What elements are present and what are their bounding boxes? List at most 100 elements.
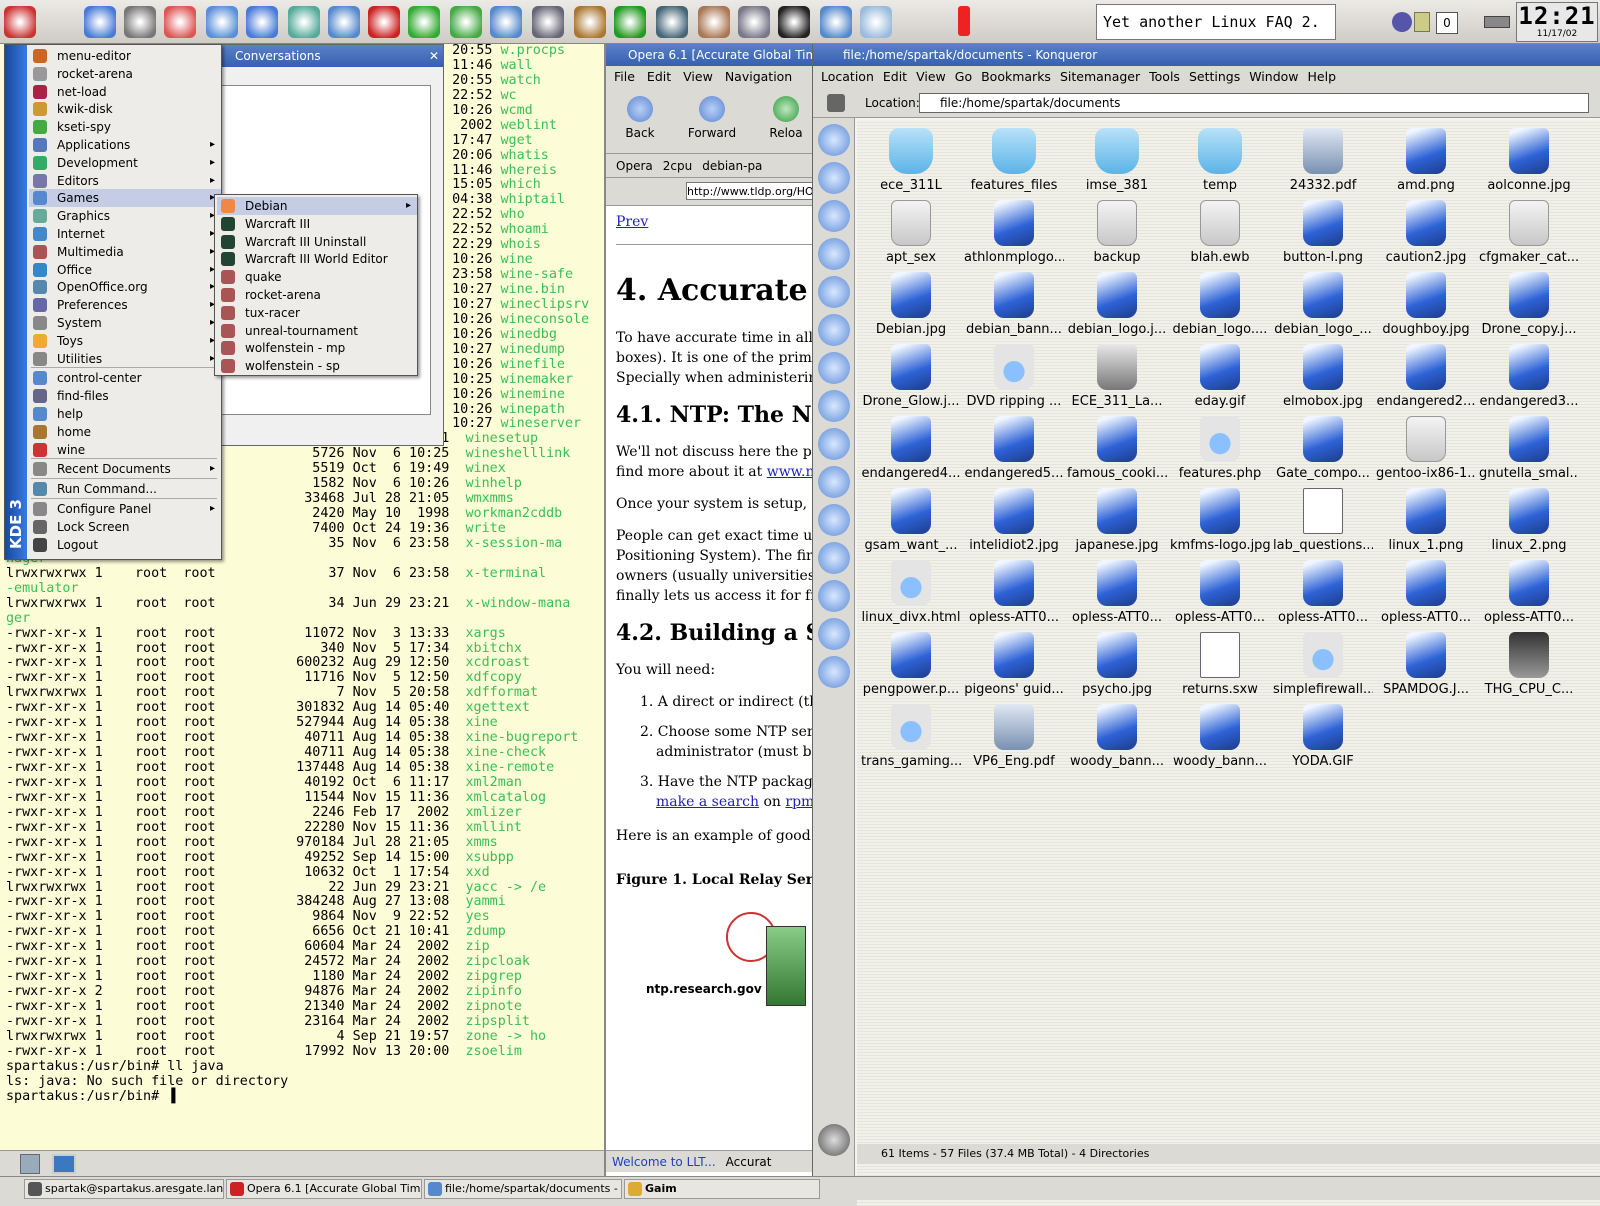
file-item[interactable]: opless-ATT0...	[1273, 556, 1373, 626]
menu-item-editors[interactable]: Editors	[29, 172, 221, 190]
menu-item-find-files[interactable]: find-files	[29, 387, 221, 405]
games-item-wolfenstein-sp[interactable]: wolfenstein - sp	[217, 357, 417, 375]
menu-item-control-center[interactable]: control-center	[29, 369, 221, 387]
trash-icon[interactable]	[860, 6, 892, 38]
services-icon[interactable]	[818, 352, 850, 384]
menu-edit[interactable]: Edit	[647, 69, 671, 84]
bookmark-item[interactable]: Opera	[616, 159, 653, 173]
gimp-wilber-icon[interactable]	[698, 6, 730, 38]
home-folder-icon[interactable]	[818, 238, 850, 270]
file-item[interactable]: woody_bann...	[1067, 700, 1167, 770]
kde-icon[interactable]	[84, 6, 116, 38]
menu-settings[interactable]: Settings	[1189, 69, 1240, 84]
file-item[interactable]: woody_bann...	[1170, 700, 1270, 770]
tux-icon[interactable]	[778, 6, 810, 38]
bookmark-item[interactable]: debian-pa	[702, 159, 762, 173]
menu-item-help[interactable]: help	[29, 405, 221, 423]
close-icon[interactable]: ✕	[429, 49, 439, 63]
taskbar-task[interactable]: spartak@spartakus.aresgate.lan: /hor	[24, 1179, 224, 1199]
remote-icon[interactable]	[818, 656, 850, 688]
file-item[interactable]: endangered4...	[861, 412, 961, 482]
page-tab[interactable]: Accurat	[726, 1155, 772, 1169]
menu-window[interactable]: Window	[1249, 69, 1298, 84]
bookmarks-nav-icon[interactable]	[818, 162, 850, 194]
file-item[interactable]: ece_311L	[861, 124, 961, 194]
menu-go[interactable]: Go	[955, 69, 972, 84]
hat-icon[interactable]	[738, 6, 770, 38]
file-item[interactable]: YODA.GIF	[1273, 700, 1373, 770]
kpanel-icon[interactable]	[450, 6, 482, 38]
bookmark-item[interactable]: 2cpu	[663, 159, 692, 173]
file-item[interactable]: kmfms-logo.jpg	[1170, 484, 1270, 554]
devices-icon[interactable]	[818, 390, 850, 422]
menu-item-system[interactable]: System	[29, 314, 221, 332]
file-item[interactable]: apt_sex	[861, 196, 961, 266]
opera-icon[interactable]	[368, 6, 400, 38]
file-item[interactable]: debian_logo.j...	[1067, 268, 1167, 338]
file-item[interactable]: elmobox.jpg	[1273, 340, 1373, 410]
file-item[interactable]: backup	[1067, 196, 1167, 266]
volume-icon[interactable]	[1392, 12, 1412, 32]
file-item[interactable]: 24332.pdf	[1273, 124, 1373, 194]
menu-bookmarks[interactable]: Bookmarks	[981, 69, 1051, 84]
menu-item-games[interactable]: Games	[29, 189, 221, 208]
file-item[interactable]: THG_CPU_C...	[1479, 628, 1579, 698]
konqueror-window[interactable]: file:/home/spartak/documents - Konqueror…	[812, 44, 1600, 1206]
menu-item-run-command-[interactable]: Run Command...	[29, 480, 221, 498]
file-item[interactable]: opless-ATT0...	[1479, 556, 1579, 626]
file-item[interactable]: blah.ewb	[1170, 196, 1270, 266]
games-item-tux-racer[interactable]: tux-racer	[217, 304, 417, 322]
users-icon[interactable]	[532, 6, 564, 38]
file-item[interactable]: features_files	[964, 124, 1064, 194]
file-item[interactable]: gsam_want_...	[861, 484, 961, 554]
file-item[interactable]: eday.gif	[1170, 340, 1270, 410]
menu-item-logout[interactable]: Logout	[29, 536, 221, 554]
file-item[interactable]: aolconne.jpg	[1479, 124, 1579, 194]
window-icon[interactable]	[820, 6, 852, 38]
file-item[interactable]: opless-ATT0...	[1376, 556, 1476, 626]
menu-item-applications[interactable]: Applications	[29, 136, 221, 154]
network-icon[interactable]	[490, 6, 522, 38]
rpmfind-link[interactable]: rpmfin	[785, 794, 812, 810]
file-item[interactable]: Gate_compo...	[1273, 412, 1373, 482]
menu-item-configure-panel[interactable]: Configure Panel	[29, 500, 221, 518]
menu-item-graphics[interactable]: Graphics	[29, 207, 221, 225]
news-ticker[interactable]: Yet another Linux FAQ 2.	[1096, 4, 1336, 40]
search-icon[interactable]	[328, 6, 360, 38]
menu-item-net-load[interactable]: net-load	[29, 83, 221, 101]
menu-item-kseti-spy[interactable]: kseti-spy	[29, 118, 221, 136]
games-item-quake[interactable]: quake	[217, 268, 417, 286]
file-item[interactable]: Debian.jpg	[861, 268, 961, 338]
games-item-rocket-arena[interactable]: rocket-arena	[217, 286, 417, 304]
menu-item-rocket-arena[interactable]: rocket-arena	[29, 65, 221, 83]
debian-swirl-icon[interactable]	[4, 6, 36, 38]
file-item[interactable]: imse_381	[1067, 124, 1167, 194]
eject-icon[interactable]	[818, 466, 850, 498]
menu-item-toys[interactable]: Toys	[29, 332, 221, 350]
menu-view[interactable]: View	[683, 69, 713, 84]
menu-item-openoffice-org[interactable]: OpenOffice.org	[29, 278, 221, 296]
file-item[interactable]: DVD ripping ...	[964, 340, 1064, 410]
menu-sitemanager[interactable]: Sitemanager	[1060, 69, 1140, 84]
menu-item-preferences[interactable]: Preferences	[29, 296, 221, 314]
taskbar-task[interactable]: Opera 6.1 [Accurate Global Time Sync	[226, 1179, 422, 1199]
games-item-debian[interactable]: Debian	[217, 197, 417, 215]
file-item[interactable]: famous_cooki...	[1067, 412, 1167, 482]
net-icon[interactable]	[288, 6, 320, 38]
back-button[interactable]: Back	[610, 96, 670, 140]
menu-tools[interactable]: Tools	[1149, 69, 1180, 84]
menu-item-kwik-disk[interactable]: kwik-disk	[29, 100, 221, 118]
clock[interactable]: 12:21 11/17/02	[1516, 2, 1598, 42]
file-item[interactable]: Drone_Glow.j...	[861, 340, 961, 410]
file-item[interactable]: japanese.jpg	[1067, 484, 1167, 554]
file-item[interactable]: debian_logo....	[1170, 268, 1270, 338]
file-item[interactable]: returns.sxw	[1170, 628, 1270, 698]
file-item[interactable]: pigeons' guid...	[964, 628, 1064, 698]
prev-link[interactable]: Prev	[616, 214, 648, 230]
menu-view[interactable]: View	[916, 69, 946, 84]
games-item-wolfenstein-mp[interactable]: wolfenstein - mp	[217, 339, 417, 357]
forward-button[interactable]: Forward	[682, 96, 742, 140]
terminal-new-icon[interactable]	[20, 1154, 40, 1174]
file-item[interactable]: features.php	[1170, 412, 1270, 482]
file-item[interactable]: linux_divx.html	[861, 556, 961, 626]
